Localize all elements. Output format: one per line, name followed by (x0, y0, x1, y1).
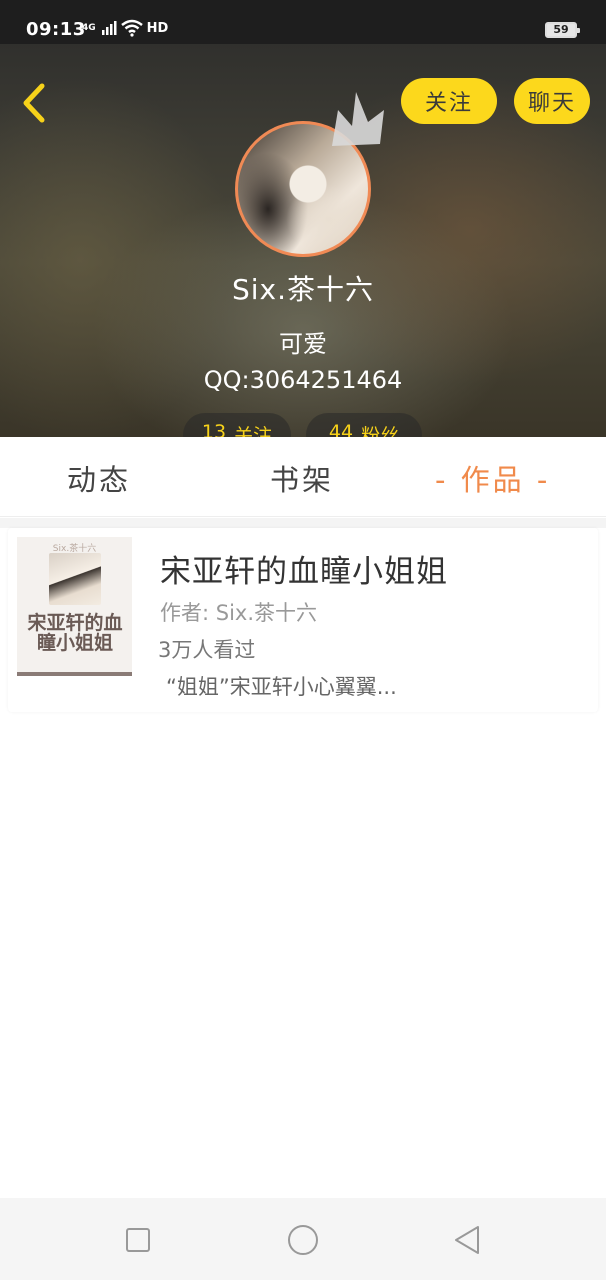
network-type: 4G (82, 23, 96, 33)
cover-title: 宋亚轩的血瞳小姐姐 (27, 612, 123, 654)
battery-icon: 59 (545, 22, 580, 38)
cover-bottom-bar (17, 672, 132, 676)
user-signature: 可爱 (279, 330, 327, 358)
book-views: 3万人看过 (158, 638, 256, 662)
signal-icon (101, 21, 117, 35)
wifi-icon (120, 19, 143, 37)
crown-icon (332, 92, 384, 146)
follow-button[interactable]: 关注 (401, 78, 497, 124)
qq-number: QQ:3064251464 (203, 366, 403, 394)
book-cover: Six.茶十六 宋亚轩的血瞳小姐姐 (17, 537, 132, 676)
username: Six.茶十六 (231, 273, 375, 306)
chat-button[interactable]: 聊天 (514, 78, 590, 124)
status-bar: 09:13 4G HD 59 (0, 0, 606, 44)
back-button[interactable] (14, 80, 54, 126)
square-icon (126, 1228, 150, 1252)
status-time: 09:13 (26, 19, 86, 40)
book-author: 作者: Six.茶十六 (160, 601, 318, 625)
book-title: 宋亚轩的血瞳小姐姐 (160, 554, 448, 590)
navigation-bar (0, 1198, 606, 1280)
hd-indicator: HD (146, 20, 169, 36)
home-button[interactable] (285, 1222, 321, 1258)
system-back-button[interactable] (450, 1222, 486, 1258)
tab-bar: 动态 书架 - 作品 - (0, 437, 606, 517)
tab-bookshelf[interactable]: 书架 (270, 457, 334, 499)
recent-apps-button[interactable] (120, 1222, 156, 1258)
book-card[interactable]: Six.茶十六 宋亚轩的血瞳小姐姐 宋亚轩的血瞳小姐姐 作者: Six.茶十六 … (8, 528, 598, 712)
chevron-left-icon (23, 83, 45, 123)
triangle-left-icon (455, 1226, 479, 1254)
tab-works[interactable]: - 作品 - (435, 457, 550, 499)
book-description: “姐姐”宋亚轩小心翼翼... (166, 675, 397, 699)
circle-icon (288, 1225, 318, 1255)
cover-photo (49, 553, 101, 605)
status-icons: 4G HD (82, 19, 168, 37)
tab-dynamic[interactable]: 动态 (67, 457, 131, 499)
content-divider (0, 518, 606, 528)
